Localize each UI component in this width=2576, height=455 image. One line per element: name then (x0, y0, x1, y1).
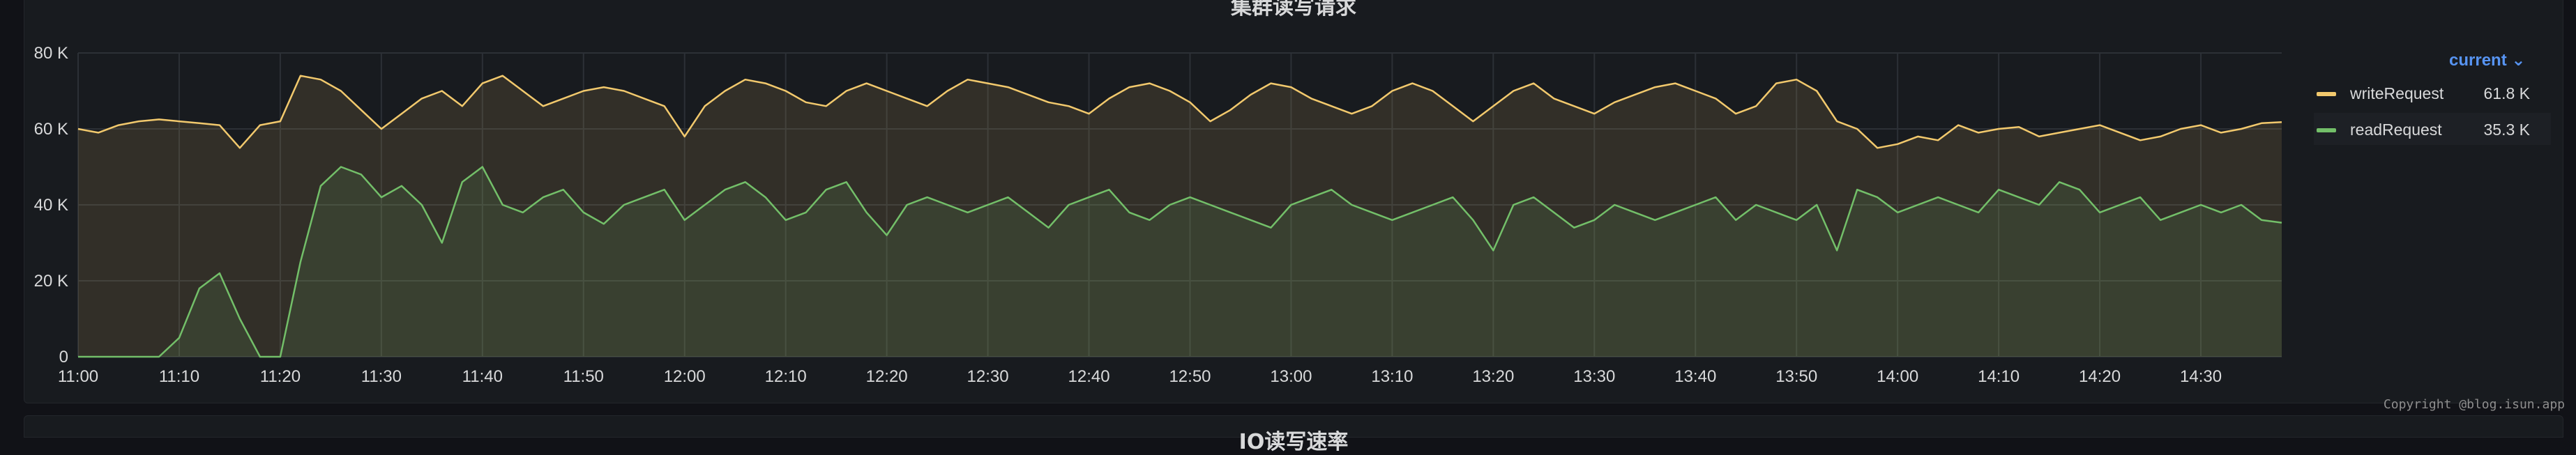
x-tick-label: 13:30 (1573, 367, 1615, 386)
x-tick-label: 11:10 (159, 367, 199, 386)
x-tick-label: 12:40 (1068, 367, 1110, 386)
legend-header-label: current (2449, 51, 2507, 70)
legend-swatch (2317, 128, 2336, 132)
chart-areas (78, 75, 2282, 357)
chevron-down-icon: ⌄ (2511, 51, 2526, 70)
legend-item-label: readRequest (2350, 121, 2442, 139)
legend-item-value: 61.8 K (2483, 84, 2531, 102)
copyright-watermark: Copyright @blog.isun.app (2383, 397, 2565, 412)
x-tick-label: 14:30 (2180, 367, 2222, 386)
x-tick-label: 13:40 (1674, 367, 1716, 386)
x-tick-label: 13:10 (1371, 367, 1413, 386)
legend-item-readRequest[interactable]: readRequest 35.3 K (2314, 113, 2551, 145)
x-tick-label: 12:00 (664, 367, 706, 386)
x-tick-label: 13:00 (1270, 367, 1312, 386)
x-axis: 11:00 11:10 11:20 11:30 11:40 11:50 12:00 12:10… (58, 367, 2222, 386)
x-tick-label: 12:30 (967, 367, 1009, 386)
x-tick-label: 11:00 (58, 367, 98, 386)
legend-item-label: writeRequest (2350, 84, 2444, 102)
chart-svg: 020 K40 K60 K80 K 11:00 11:10 11:20 11:30 11… (34, 44, 2282, 386)
x-tick-label: 11:20 (260, 367, 301, 386)
y-tick-label: 0 (59, 348, 68, 367)
y-axis: 0 20 K 40 K 60 K 80 K (34, 44, 68, 367)
y-tick-label: 60 K (34, 120, 68, 139)
legend-swatch (2317, 92, 2336, 96)
x-tick-label: 11:30 (361, 367, 402, 386)
legend-item-writeRequest[interactable]: writeRequest 61.8 K (2314, 77, 2551, 109)
next-panel-title: IO读写速率 (1238, 430, 1349, 454)
y-tick-label: 20 K (34, 272, 68, 291)
x-tick-label: 12:10 (765, 367, 807, 386)
legend-sort-button[interactable]: current ⌄ (2449, 50, 2525, 70)
x-tick-label: 12:20 (866, 367, 908, 386)
legend-item-value: 35.3 K (2483, 121, 2531, 139)
x-tick-label: 11:50 (563, 367, 604, 386)
x-tick-label: 14:10 (1978, 367, 2020, 386)
x-tick-label: 11:40 (462, 367, 503, 386)
x-tick-label: 14:00 (1877, 367, 1918, 386)
x-tick-label: 13:50 (1775, 367, 1817, 386)
x-tick-label: 12:50 (1169, 367, 1211, 386)
y-tick-label: 80 K (34, 44, 68, 63)
y-tick-label: 40 K (34, 196, 68, 215)
x-tick-label: 14:20 (2079, 367, 2121, 386)
x-tick-label: 13:20 (1472, 367, 1514, 386)
